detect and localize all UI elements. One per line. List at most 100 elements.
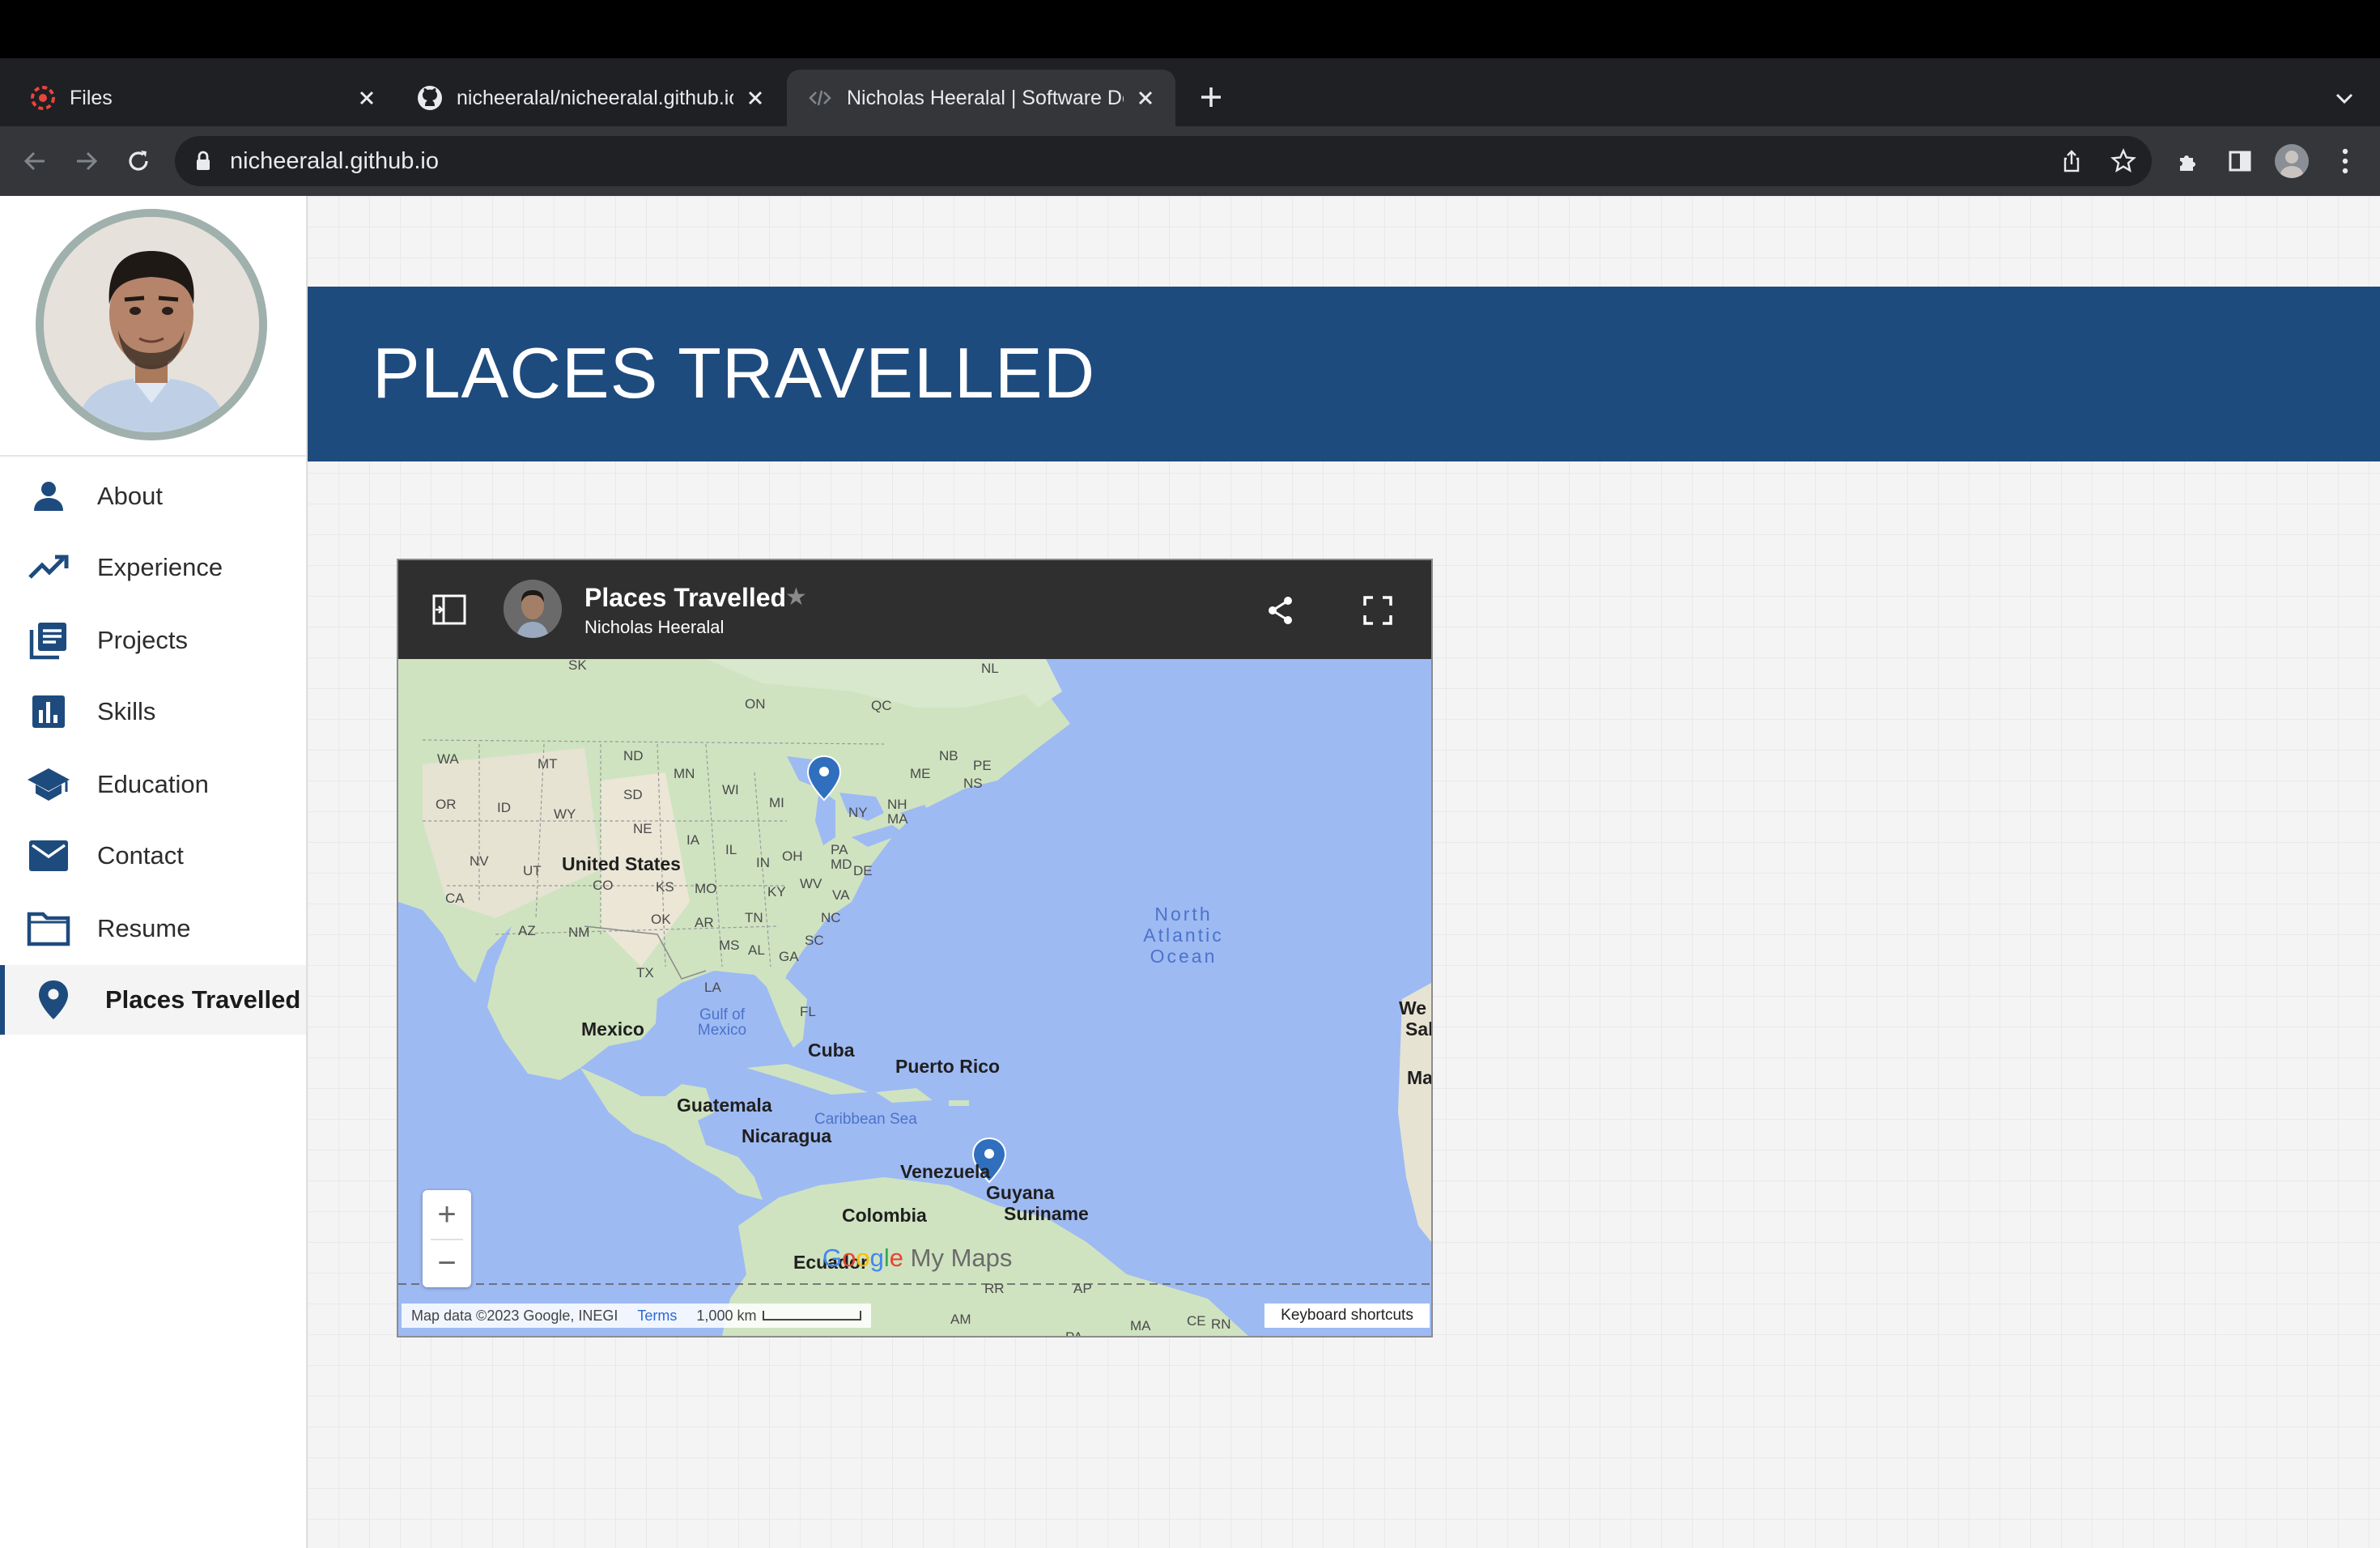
profile-photo <box>44 217 259 432</box>
map-label: SK <box>568 657 587 673</box>
new-tab-icon[interactable] <box>1195 81 1227 113</box>
map-country-label: Ma <box>1407 1067 1433 1088</box>
sidebar-item-label: Resume <box>97 914 191 942</box>
map-title: Places Travelled <box>584 583 787 612</box>
tab-github[interactable]: nicheeralal/nicheeralal.github.io <box>400 70 785 126</box>
side-panel-icon[interactable] <box>2221 142 2259 180</box>
map-label: SD <box>623 787 643 802</box>
map-label: MI <box>769 795 784 810</box>
sidebar-item-label: Projects <box>97 626 188 654</box>
sidebar-item-label: Places Travelled <box>105 985 301 1014</box>
share-icon[interactable] <box>1263 593 1298 628</box>
forward-arrow-icon[interactable] <box>68 142 105 180</box>
sidebar-item-about[interactable]: About <box>0 461 306 531</box>
close-tab-icon[interactable] <box>353 84 380 112</box>
sidebar-item-experience[interactable]: Experience <box>0 533 306 602</box>
map-label: TN <box>745 910 763 925</box>
page-title: PLACES TRAVELLED <box>372 333 1096 413</box>
map-owner-avatar <box>504 580 562 638</box>
map-pin-icon <box>31 977 76 1023</box>
map-label: MN <box>674 766 695 781</box>
sidebar-item-education[interactable]: Education <box>0 750 306 819</box>
map-country-label: Cuba <box>808 1040 855 1061</box>
fullscreen-icon[interactable] <box>1360 593 1396 628</box>
map-country-label: United States <box>562 853 681 874</box>
map-label: WI <box>722 782 739 797</box>
close-tab-icon[interactable] <box>742 84 769 112</box>
map-label: MO <box>695 881 717 896</box>
extensions-puzzle-icon[interactable] <box>2170 142 2207 180</box>
zoom-in-button[interactable]: + <box>423 1190 471 1239</box>
reload-icon[interactable] <box>120 142 157 180</box>
tab-search-chevron-down-icon[interactable] <box>2328 83 2361 115</box>
google-my-maps-watermark: Google My Maps <box>822 1244 1013 1272</box>
zoom-out-button[interactable]: − <box>423 1239 471 1287</box>
map-label: AM <box>950 1312 971 1327</box>
map-label: NV <box>470 853 489 869</box>
library-books-icon <box>26 618 71 663</box>
kebab-menu-icon[interactable] <box>2327 142 2364 180</box>
keyboard-shortcuts-button[interactable]: Keyboard shortcuts <box>1264 1303 1430 1328</box>
map-label: NY <box>848 805 868 820</box>
open-legend-panel-icon[interactable] <box>431 591 468 628</box>
map-label: NH <box>887 797 907 812</box>
scale-bar <box>763 1311 862 1320</box>
sidebar-item-label: Education <box>97 770 209 798</box>
map-label: PA <box>1065 1329 1083 1337</box>
sidebar-item-contact[interactable]: Contact <box>0 821 306 891</box>
github-icon <box>416 84 444 112</box>
back-arrow-icon[interactable] <box>16 142 53 180</box>
mail-icon <box>26 833 71 878</box>
tab-strip: Files nicheeralal/nicheeralal.github.io … <box>0 58 2380 172</box>
map-label: LA <box>704 980 721 995</box>
map-label: CA <box>445 891 465 906</box>
address-bar[interactable]: nicheeralal.github.io <box>175 136 2152 186</box>
browser-toolbar: nicheeralal.github.io <box>0 126 2380 198</box>
sidebar: About Experience Projects Skills Educati… <box>0 196 308 1548</box>
map-label: MT <box>538 756 558 772</box>
sea-label: Caribbean Sea <box>814 1111 917 1128</box>
map-country-label: Puerto Rico <box>895 1056 1001 1077</box>
sidebar-item-places-travelled[interactable]: Places Travelled <box>0 965 306 1035</box>
map-author: Nicholas Heeralal <box>584 617 725 637</box>
map-label: WA <box>437 751 459 767</box>
map-label: VA <box>832 887 850 903</box>
star-icon[interactable]: ★ <box>785 583 807 611</box>
sidebar-item-skills[interactable]: Skills <box>0 677 306 746</box>
map-label: GA <box>779 949 799 964</box>
terms-link[interactable]: Terms <box>637 1308 677 1325</box>
map-country-label: Colombia <box>842 1205 927 1226</box>
sidebar-item-label: About <box>97 482 164 510</box>
map-country-label: Guatemala <box>677 1095 772 1116</box>
map-header: Places Travelled ★ Nicholas Heeralal <box>398 560 1431 659</box>
sidebar-item-projects[interactable]: Projects <box>0 606 306 675</box>
files-app-icon <box>29 84 57 112</box>
map-label: UT <box>523 863 542 878</box>
map-label: IN <box>756 855 770 870</box>
url-text: nicheeralal.github.io <box>230 148 439 174</box>
map-country-label: Sal <box>1405 1019 1433 1040</box>
map-label: RN <box>1211 1316 1231 1332</box>
tab-portfolio-active[interactable]: Nicholas Heeralal | Software Developer <box>787 70 1175 126</box>
map-label: ME <box>910 766 931 781</box>
sidebar-item-label: Contact <box>97 841 184 870</box>
map-label: MA <box>887 811 908 827</box>
map-label: OR <box>436 797 457 812</box>
tab-label: nicheeralal/nicheeralal.github.io <box>457 86 733 109</box>
profile-avatar[interactable] <box>2275 144 2309 178</box>
embedded-map[interactable]: Places Travelled ★ Nicholas Heeralal SK … <box>397 559 1433 1337</box>
sidebar-item-resume[interactable]: Resume <box>0 894 306 963</box>
close-tab-icon[interactable] <box>1132 84 1159 112</box>
map-label: CO <box>593 878 614 893</box>
scale-label: 1,000 km <box>696 1307 757 1324</box>
folder-icon <box>26 906 71 951</box>
bookmark-star-icon[interactable] <box>2108 146 2139 176</box>
map-label: FL <box>800 1004 816 1019</box>
map-attribution: Map data ©2023 Google, INEGI Terms 1,000… <box>402 1303 872 1328</box>
map-label: MA <box>1130 1318 1151 1333</box>
tab-files[interactable]: Files <box>0 70 397 126</box>
share-page-icon[interactable] <box>2056 146 2087 176</box>
map-country-label: Suriname <box>1004 1203 1089 1224</box>
lock-icon <box>191 149 215 173</box>
map-label: OH <box>782 848 803 864</box>
